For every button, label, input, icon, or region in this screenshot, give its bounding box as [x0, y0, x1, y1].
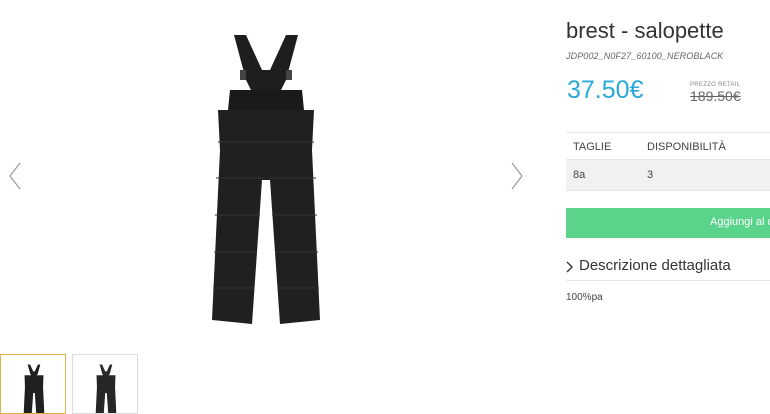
salopette-thumbnail-image	[23, 364, 45, 413]
next-image-arrow[interactable]	[510, 162, 524, 190]
detailed-description-toggle[interactable]: Descrizione dettagliata	[566, 256, 770, 281]
chevron-right-icon	[566, 261, 573, 273]
product-gallery	[0, 0, 545, 414]
detailed-description-label: Descrizione dettagliata	[579, 257, 731, 274]
retail-price: 189.50€	[690, 88, 741, 104]
thumbnail-front[interactable]	[0, 354, 66, 414]
product-info-panel: brest - salopette JDP002_N0F27_60100_NER…	[566, 0, 770, 409]
size-table-header: TAGLIE DISPONIBILITÀ	[566, 132, 770, 159]
previous-image-arrow[interactable]	[8, 162, 22, 190]
size-table: TAGLIE DISPONIBILITÀ 8a 3	[566, 132, 770, 191]
chevron-right-icon	[511, 162, 523, 190]
chevron-left-icon	[9, 162, 21, 190]
product-sku: JDP002_N0F27_60100_NEROBLACK	[566, 51, 724, 61]
thumbnail-back[interactable]	[72, 354, 138, 414]
add-to-cart-button[interactable]: Aggiungi al carrello	[566, 208, 770, 238]
product-price: 37.50€	[567, 76, 644, 104]
availability-column-header: DISPONIBILITÀ	[647, 141, 726, 153]
description-text: 100%pa	[566, 292, 603, 303]
add-to-cart-label: Aggiungi al carrello	[710, 216, 770, 228]
salopette-thumbnail-image	[95, 364, 117, 413]
availability-value: 3	[647, 169, 654, 181]
product-main-image	[200, 30, 332, 330]
salopette-image	[212, 35, 320, 324]
size-column-header: TAGLIE	[573, 141, 612, 153]
size-row[interactable]: 8a 3	[566, 159, 770, 191]
product-title: brest - salopette	[566, 18, 724, 43]
size-value: 8a	[573, 169, 586, 181]
